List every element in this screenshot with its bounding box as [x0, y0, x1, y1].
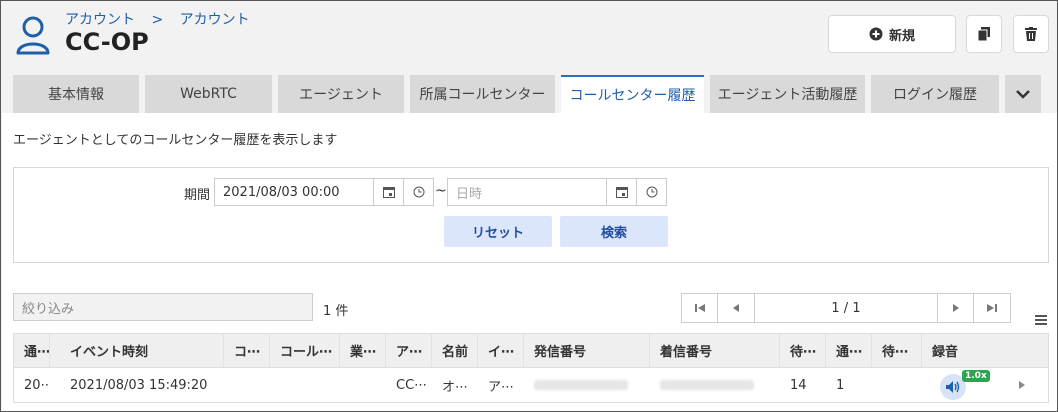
column-header[interactable]: コール⋯ — [270, 334, 340, 367]
breadcrumb: アカウント > アカウント — [65, 9, 262, 29]
delete-button[interactable] — [1013, 15, 1049, 53]
table-cell — [340, 368, 386, 402]
clock-to-button[interactable] — [636, 178, 667, 206]
column-header[interactable]: 着信番号 — [650, 334, 780, 367]
tab-basic-info[interactable]: 基本情報 — [13, 75, 139, 113]
calendar-icon — [615, 187, 628, 198]
period-to-input[interactable]: 日時 — [447, 178, 607, 206]
narrow-filter-input[interactable]: 絞り込み — [13, 293, 313, 321]
column-header[interactable]: 通⋯ — [826, 334, 872, 367]
calendar-from-button[interactable] — [373, 178, 404, 206]
playback-speed-badge[interactable]: 1.0x — [962, 370, 990, 382]
column-header[interactable]: イ⋯ — [478, 334, 524, 367]
caller-number-cell — [524, 368, 650, 402]
speaker-icon — [946, 381, 960, 393]
recording-cell: 1.0x — [922, 368, 1034, 402]
copy-icon — [978, 27, 990, 41]
column-header[interactable]: 待⋯ — [780, 334, 826, 367]
table-cell: オ⋯ — [442, 379, 469, 395]
column-header[interactable]: イベント時刻 — [50, 334, 224, 367]
tab-more-button[interactable] — [1005, 75, 1041, 113]
calendar-icon — [382, 187, 395, 198]
breadcrumb-item-account[interactable]: アカウント — [65, 12, 135, 28]
search-button[interactable]: 検索 — [560, 216, 668, 247]
table-cell — [224, 368, 270, 402]
clock-icon — [413, 186, 424, 198]
trash-icon — [1025, 27, 1037, 41]
tab-webrtc[interactable]: WebRTC — [145, 75, 272, 113]
pagination: 1 / 1 — [681, 293, 1011, 323]
clock-from-button[interactable] — [403, 178, 434, 206]
column-menu-icon[interactable] — [1035, 315, 1047, 327]
table-cell: 2021/08/03 15:49:20 — [70, 377, 208, 393]
last-page-icon — [987, 304, 997, 312]
period-label: 期間 — [184, 188, 211, 203]
redacted-phone — [534, 380, 628, 390]
page-title: CC-OP — [65, 28, 149, 56]
table-cell: 1 — [836, 377, 845, 393]
column-header[interactable]: 名前 — [432, 334, 478, 367]
tab-call-center-history[interactable]: コールセンター履歴 — [561, 75, 704, 113]
new-button[interactable]: 新規 — [828, 15, 956, 53]
table-cell: 20⋯ — [24, 377, 50, 393]
table-cell — [270, 368, 340, 402]
first-page-icon — [694, 304, 705, 312]
clock-icon — [646, 186, 657, 198]
copy-button[interactable] — [966, 15, 1002, 53]
reset-button[interactable]: リセット — [444, 216, 552, 247]
expand-row-icon[interactable] — [1018, 380, 1026, 390]
page-info: 1 / 1 — [755, 293, 937, 323]
calendar-to-button[interactable] — [606, 178, 637, 206]
last-page-button[interactable] — [974, 293, 1011, 323]
table-header: 通⋯ イベント時刻 コ⋯ コール⋯ 業⋯ ア⋯ 名前 イ⋯ 発信番号 着信番号 … — [14, 334, 1048, 368]
tab-bar: 基本情報 WebRTC エージェント 所属コールセンター コールセンター履歴 エ… — [13, 75, 1041, 113]
period-from-input[interactable]: 2021/08/03 00:00 — [214, 178, 374, 206]
table-cell: ア⋯ — [488, 379, 515, 395]
column-header[interactable]: ア⋯ — [386, 334, 432, 367]
callee-number-cell — [650, 368, 780, 402]
table-row[interactable]: 20⋯ 2021/08/03 15:49:20 CC⋯ オ⋯ ア⋯ 14 1 1… — [14, 368, 1048, 402]
plus-circle-icon — [869, 27, 883, 41]
history-table: 通⋯ イベント時刻 コ⋯ コール⋯ 業⋯ ア⋯ 名前 イ⋯ 発信番号 着信番号 … — [13, 333, 1049, 403]
breadcrumb-item-account-current[interactable]: アカウント — [180, 12, 250, 28]
range-separator: ~ — [435, 183, 447, 199]
tab-login-history[interactable]: ログイン履歴 — [871, 75, 999, 113]
table-cell: 14 — [790, 377, 807, 393]
table-cell: CC⋯ — [396, 377, 428, 393]
column-header[interactable]: 録音 — [922, 334, 1034, 367]
recording-player: 1.0x — [932, 368, 992, 402]
user-icon — [16, 16, 50, 55]
tab-agent-activity-history[interactable]: エージェント活動履歴 — [710, 75, 865, 113]
column-header[interactable]: 業⋯ — [340, 334, 386, 367]
tab-call-center-membership[interactable]: 所属コールセンター — [410, 75, 555, 113]
next-page-icon — [952, 304, 959, 312]
tab-agent[interactable]: エージェント — [278, 75, 404, 113]
column-header[interactable]: 通⋯ — [14, 334, 50, 367]
column-header[interactable]: 発信番号 — [524, 334, 650, 367]
prev-page-button[interactable] — [718, 293, 755, 323]
breadcrumb-separator: > — [151, 12, 164, 28]
column-header[interactable]: コ⋯ — [224, 334, 270, 367]
new-button-label: 新規 — [888, 28, 915, 44]
next-page-button[interactable] — [937, 293, 974, 323]
table-cell — [872, 368, 922, 402]
prev-page-icon — [733, 304, 739, 312]
chevron-down-icon — [1016, 90, 1030, 99]
page-description: エージェントとしてのコールセンター履歴を表示します — [13, 133, 338, 148]
redacted-phone — [660, 380, 754, 390]
first-page-button[interactable] — [681, 293, 718, 323]
result-count: 1 件 — [323, 304, 349, 319]
column-header[interactable]: 待⋯ — [872, 334, 922, 367]
